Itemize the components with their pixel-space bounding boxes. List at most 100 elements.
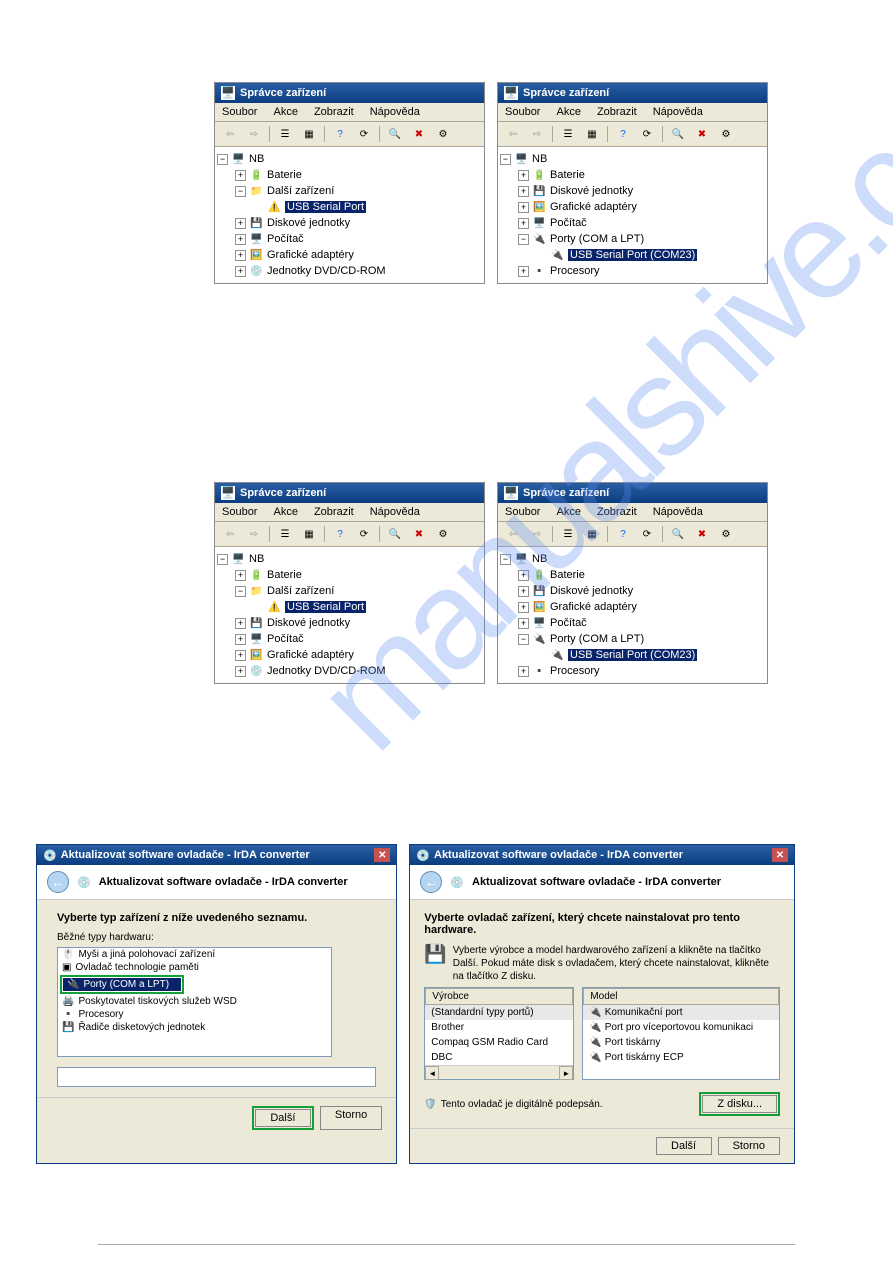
tree-graficke[interactable]: Grafické adaptéry <box>550 601 637 613</box>
refresh-icon[interactable]: ⟳ <box>636 124 658 144</box>
back-button[interactable]: ← <box>420 871 442 893</box>
tree-graficke[interactable]: Grafické adaptéry <box>267 249 354 261</box>
update-icon[interactable]: ⚙ <box>432 524 454 544</box>
tree-graficke[interactable]: Grafické adaptéry <box>267 649 354 661</box>
tree-porty[interactable]: Porty (COM a LPT) <box>550 633 644 645</box>
forward-icon[interactable]: ⇨ <box>243 124 265 144</box>
tree-usb-serial-com[interactable]: USB Serial Port (COM23) <box>568 649 697 661</box>
menu-zobrazit[interactable]: Zobrazit <box>594 505 640 519</box>
collapse-icon[interactable]: − <box>500 554 511 565</box>
menu-soubor[interactable]: Soubor <box>219 105 260 119</box>
forward-icon[interactable]: ⇨ <box>526 524 548 544</box>
update-icon[interactable]: ⚙ <box>715 524 737 544</box>
scan-icon[interactable]: 🔍 <box>384 124 406 144</box>
expand-icon[interactable]: + <box>235 650 246 661</box>
help-icon[interactable]: ? <box>329 124 351 144</box>
forward-icon[interactable]: ⇨ <box>243 524 265 544</box>
expand-icon[interactable]: + <box>235 218 246 229</box>
device-type-list[interactable]: 🖱️Myši a jiná polohovací zařízení ▣Ovlad… <box>57 947 332 1057</box>
menu-soubor[interactable]: Soubor <box>502 505 543 519</box>
tree-root[interactable]: NB <box>532 553 547 565</box>
scrollbar[interactable]: ◄► <box>425 1065 573 1079</box>
back-icon[interactable]: ⇦ <box>219 524 241 544</box>
list-item[interactable]: Compaq GSM Radio Card <box>425 1035 573 1050</box>
menu-soubor[interactable]: Soubor <box>502 105 543 119</box>
model-list[interactable]: Model 🔌Komunikační port 🔌Port pro vícepo… <box>582 987 780 1080</box>
update-icon[interactable]: ⚙ <box>715 124 737 144</box>
tree-dvd[interactable]: Jednotky DVD/CD-ROM <box>267 265 386 277</box>
next-button[interactable]: Další <box>255 1109 311 1127</box>
tree-pocitac[interactable]: Počítač <box>550 217 587 229</box>
tree-graficke[interactable]: Grafické adaptéry <box>550 201 637 213</box>
expand-icon[interactable]: + <box>235 570 246 581</box>
expand-icon[interactable]: + <box>518 202 529 213</box>
tree-icon[interactable]: ☰ <box>557 124 579 144</box>
props-icon[interactable]: ▦ <box>581 124 603 144</box>
tree-usb-serial[interactable]: USB Serial Port <box>285 601 366 613</box>
tree-dvd[interactable]: Jednotky DVD/CD-ROM <box>267 665 386 677</box>
menu-zobrazit[interactable]: Zobrazit <box>311 105 357 119</box>
scan-icon[interactable]: 🔍 <box>667 124 689 144</box>
menu-napoveda[interactable]: Nápověda <box>367 105 423 119</box>
search-box[interactable] <box>57 1067 376 1087</box>
expand-icon[interactable]: + <box>235 634 246 645</box>
expand-icon[interactable]: + <box>235 234 246 245</box>
tree-baterie[interactable]: Baterie <box>267 169 302 181</box>
refresh-icon[interactable]: ⟳ <box>636 524 658 544</box>
expand-icon[interactable]: + <box>518 586 529 597</box>
collapse-icon[interactable]: − <box>518 634 529 645</box>
expand-icon[interactable]: + <box>235 266 246 277</box>
back-icon[interactable]: ⇦ <box>502 524 524 544</box>
list-item[interactable]: DBC <box>425 1050 573 1065</box>
expand-icon[interactable]: + <box>518 570 529 581</box>
tree-root[interactable]: NB <box>249 553 264 565</box>
help-icon[interactable]: ? <box>612 124 634 144</box>
tree-procesory[interactable]: Procesory <box>550 265 600 277</box>
tree-diskove[interactable]: Diskové jednotky <box>267 617 350 629</box>
disable-icon[interactable]: ✖ <box>691 524 713 544</box>
collapse-icon[interactable]: − <box>518 234 529 245</box>
help-icon[interactable]: ? <box>612 524 634 544</box>
tree-diskove[interactable]: Diskové jednotky <box>550 585 633 597</box>
menu-napoveda[interactable]: Nápověda <box>650 505 706 519</box>
menu-akce[interactable]: Akce <box>553 505 583 519</box>
tree-icon[interactable]: ☰ <box>557 524 579 544</box>
forward-icon[interactable]: ⇨ <box>526 124 548 144</box>
disable-icon[interactable]: ✖ <box>408 524 430 544</box>
menu-akce[interactable]: Akce <box>553 105 583 119</box>
collapse-icon[interactable]: − <box>500 154 511 165</box>
disable-icon[interactable]: ✖ <box>691 124 713 144</box>
menu-soubor[interactable]: Soubor <box>219 505 260 519</box>
tree-icon[interactable]: ☰ <box>274 524 296 544</box>
expand-icon[interactable]: + <box>518 170 529 181</box>
expand-icon[interactable]: + <box>235 170 246 181</box>
manufacturer-list[interactable]: Výrobce (Standardní typy portů) Brother … <box>424 987 574 1080</box>
refresh-icon[interactable]: ⟳ <box>353 524 375 544</box>
cancel-button[interactable]: Storno <box>320 1106 382 1130</box>
tree-dalsi[interactable]: Další zařízení <box>267 185 334 197</box>
list-item[interactable]: Brother <box>425 1020 573 1035</box>
collapse-icon[interactable]: − <box>217 154 228 165</box>
update-icon[interactable]: ⚙ <box>432 124 454 144</box>
tree-usb-serial-com[interactable]: USB Serial Port (COM23) <box>568 249 697 261</box>
menu-zobrazit[interactable]: Zobrazit <box>594 105 640 119</box>
tree-porty[interactable]: Porty (COM a LPT) <box>550 233 644 245</box>
tree-diskove[interactable]: Diskové jednotky <box>267 217 350 229</box>
menu-napoveda[interactable]: Nápověda <box>367 505 423 519</box>
tree-diskove[interactable]: Diskové jednotky <box>550 185 633 197</box>
expand-icon[interactable]: + <box>518 602 529 613</box>
expand-icon[interactable]: + <box>518 218 529 229</box>
disable-icon[interactable]: ✖ <box>408 124 430 144</box>
expand-icon[interactable]: + <box>235 618 246 629</box>
tree-icon[interactable]: ☰ <box>274 124 296 144</box>
expand-icon[interactable]: + <box>235 666 246 677</box>
menu-napoveda[interactable]: Nápověda <box>650 105 706 119</box>
tree-baterie[interactable]: Baterie <box>267 569 302 581</box>
tree-root[interactable]: NB <box>249 153 264 165</box>
close-button[interactable]: ✕ <box>772 848 788 862</box>
props-icon[interactable]: ▦ <box>298 524 320 544</box>
menu-akce[interactable]: Akce <box>270 505 300 519</box>
tree-root[interactable]: NB <box>532 153 547 165</box>
back-icon[interactable]: ⇦ <box>219 124 241 144</box>
from-disk-button[interactable]: Z disku... <box>702 1095 777 1113</box>
